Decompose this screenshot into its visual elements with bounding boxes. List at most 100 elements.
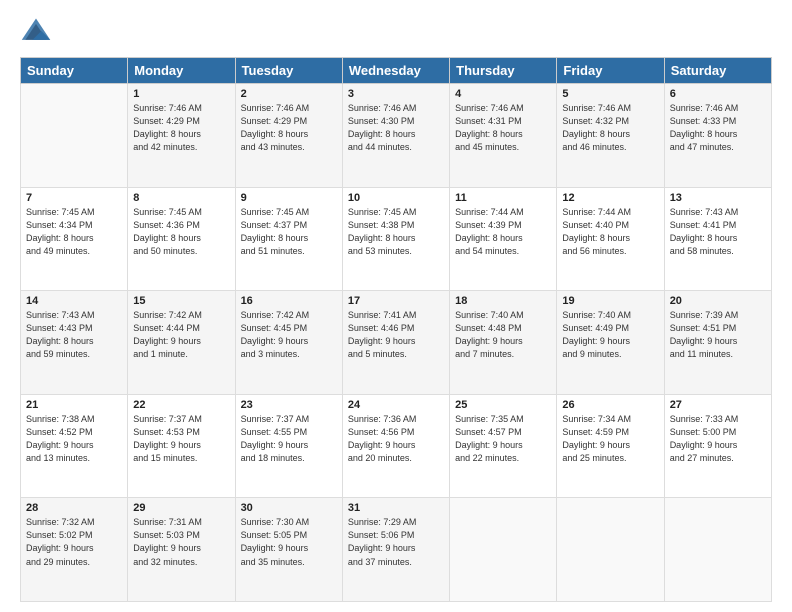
day-info: Sunrise: 7:46 AM Sunset: 4:33 PM Dayligh…	[670, 102, 766, 154]
day-cell: 14 Sunrise: 7:43 AM Sunset: 4:43 PM Dayli…	[21, 291, 128, 395]
day-number: 23	[241, 399, 337, 411]
logo	[20, 15, 56, 47]
day-cell: 15 Sunrise: 7:42 AM Sunset: 4:44 PM Dayli…	[128, 291, 235, 395]
day-number: 30	[241, 502, 337, 514]
day-cell	[557, 498, 664, 602]
day-cell: 17Sunrise: 7:41 AM Sunset: 4:46 PM Dayli…	[342, 291, 449, 395]
day-number: 29	[133, 502, 229, 514]
day-number: 11	[455, 192, 551, 204]
day-info: Sunrise: 7:45 AM Sunset: 4:34 PM Dayligh…	[26, 206, 122, 258]
day-number: 24	[348, 399, 444, 411]
logo-icon	[20, 15, 52, 47]
day-cell: 3 Sunrise: 7:46 AM Sunset: 4:30 PM Daylig…	[342, 84, 449, 188]
day-cell: 8 Sunrise: 7:45 AM Sunset: 4:36 PM Daylig…	[128, 187, 235, 291]
day-info: Sunrise: 7:41 AM Sunset: 4:46 PM Dayligh…	[348, 309, 444, 361]
day-cell: 21 Sunrise: 7:38 AM Sunset: 4:52 PM Dayli…	[21, 394, 128, 498]
day-cell: 13 Sunrise: 7:43 AM Sunset: 4:41 PM Dayli…	[664, 187, 771, 291]
header	[20, 15, 772, 47]
day-number: 16	[241, 295, 337, 307]
day-info: Sunrise: 7:42 AM Sunset: 4:44 PM Dayligh…	[133, 309, 229, 361]
day-number: 21	[26, 399, 122, 411]
day-number: 13	[670, 192, 766, 204]
col-header-sunday: Sunday	[21, 58, 128, 84]
day-info: Sunrise: 7:36 AM Sunset: 4:56 PM Dayligh…	[348, 413, 444, 465]
day-info: Sunrise: 7:38 AM Sunset: 4:52 PM Dayligh…	[26, 413, 122, 465]
day-cell: 5Sunrise: 7:46 AM Sunset: 4:32 PM Daylig…	[557, 84, 664, 188]
day-number: 18	[455, 295, 551, 307]
col-header-tuesday: Tuesday	[235, 58, 342, 84]
day-number: 15	[133, 295, 229, 307]
day-info: Sunrise: 7:43 AM Sunset: 4:41 PM Dayligh…	[670, 206, 766, 258]
day-cell: 27 Sunrise: 7:33 AM Sunset: 5:00 PM Dayli…	[664, 394, 771, 498]
day-number: 31	[348, 502, 444, 514]
day-cell: 4 Sunrise: 7:46 AM Sunset: 4:31 PM Daylig…	[450, 84, 557, 188]
col-header-thursday: Thursday	[450, 58, 557, 84]
day-cell: 30 Sunrise: 7:30 AM Sunset: 5:05 PM Dayli…	[235, 498, 342, 602]
day-number: 25	[455, 399, 551, 411]
day-cell: 6 Sunrise: 7:46 AM Sunset: 4:33 PM Daylig…	[664, 84, 771, 188]
day-number: 4	[455, 88, 551, 100]
day-number: 14	[26, 295, 122, 307]
day-cell: 20 Sunrise: 7:39 AM Sunset: 4:51 PM Dayli…	[664, 291, 771, 395]
day-cell: 31 Sunrise: 7:29 AM Sunset: 5:06 PM Dayli…	[342, 498, 449, 602]
day-info: Sunrise: 7:31 AM Sunset: 5:03 PM Dayligh…	[133, 516, 229, 568]
day-number: 7	[26, 192, 122, 204]
day-info: Sunrise: 7:40 AM Sunset: 4:48 PM Dayligh…	[455, 309, 551, 361]
day-number: 10	[348, 192, 444, 204]
page: SundayMondayTuesdayWednesdayThursdayFrid…	[0, 0, 792, 612]
day-info: Sunrise: 7:34 AM Sunset: 4:59 PM Dayligh…	[562, 413, 658, 465]
header-row: SundayMondayTuesdayWednesdayThursdayFrid…	[21, 58, 772, 84]
day-cell: 22Sunrise: 7:37 AM Sunset: 4:53 PM Dayli…	[128, 394, 235, 498]
day-info: Sunrise: 7:46 AM Sunset: 4:30 PM Dayligh…	[348, 102, 444, 154]
day-info: Sunrise: 7:29 AM Sunset: 5:06 PM Dayligh…	[348, 516, 444, 568]
day-cell: 23 Sunrise: 7:37 AM Sunset: 4:55 PM Dayli…	[235, 394, 342, 498]
day-number: 26	[562, 399, 658, 411]
day-info: Sunrise: 7:45 AM Sunset: 4:36 PM Dayligh…	[133, 206, 229, 258]
col-header-saturday: Saturday	[664, 58, 771, 84]
day-cell: 29 Sunrise: 7:31 AM Sunset: 5:03 PM Dayli…	[128, 498, 235, 602]
day-info: Sunrise: 7:45 AM Sunset: 4:38 PM Dayligh…	[348, 206, 444, 258]
col-header-friday: Friday	[557, 58, 664, 84]
day-cell	[450, 498, 557, 602]
day-cell: 2Sunrise: 7:46 AM Sunset: 4:29 PM Daylig…	[235, 84, 342, 188]
day-info: Sunrise: 7:42 AM Sunset: 4:45 PM Dayligh…	[241, 309, 337, 361]
day-cell: 18 Sunrise: 7:40 AM Sunset: 4:48 PM Dayli…	[450, 291, 557, 395]
day-cell: 9 Sunrise: 7:45 AM Sunset: 4:37 PM Daylig…	[235, 187, 342, 291]
day-info: Sunrise: 7:32 AM Sunset: 5:02 PM Dayligh…	[26, 516, 122, 568]
day-cell	[664, 498, 771, 602]
day-info: Sunrise: 7:45 AM Sunset: 4:37 PM Dayligh…	[241, 206, 337, 258]
day-number: 9	[241, 192, 337, 204]
day-cell: 11 Sunrise: 7:44 AM Sunset: 4:39 PM Dayli…	[450, 187, 557, 291]
day-number: 6	[670, 88, 766, 100]
day-info: Sunrise: 7:35 AM Sunset: 4:57 PM Dayligh…	[455, 413, 551, 465]
day-info: Sunrise: 7:39 AM Sunset: 4:51 PM Dayligh…	[670, 309, 766, 361]
day-info: Sunrise: 7:44 AM Sunset: 4:40 PM Dayligh…	[562, 206, 658, 258]
day-number: 1	[133, 88, 229, 100]
day-cell	[21, 84, 128, 188]
day-info: Sunrise: 7:46 AM Sunset: 4:31 PM Dayligh…	[455, 102, 551, 154]
day-info: Sunrise: 7:44 AM Sunset: 4:39 PM Dayligh…	[455, 206, 551, 258]
week-row-3: 21 Sunrise: 7:38 AM Sunset: 4:52 PM Dayli…	[21, 394, 772, 498]
day-info: Sunrise: 7:37 AM Sunset: 4:53 PM Dayligh…	[133, 413, 229, 465]
day-info: Sunrise: 7:46 AM Sunset: 4:32 PM Dayligh…	[562, 102, 658, 154]
day-number: 28	[26, 502, 122, 514]
day-info: Sunrise: 7:40 AM Sunset: 4:49 PM Dayligh…	[562, 309, 658, 361]
week-row-0: 1Sunrise: 7:46 AM Sunset: 4:29 PM Daylig…	[21, 84, 772, 188]
day-number: 8	[133, 192, 229, 204]
day-number: 3	[348, 88, 444, 100]
day-number: 19	[562, 295, 658, 307]
day-cell: 1Sunrise: 7:46 AM Sunset: 4:29 PM Daylig…	[128, 84, 235, 188]
day-cell: 26 Sunrise: 7:34 AM Sunset: 4:59 PM Dayli…	[557, 394, 664, 498]
day-number: 2	[241, 88, 337, 100]
day-cell: 7 Sunrise: 7:45 AM Sunset: 4:34 PM Daylig…	[21, 187, 128, 291]
day-info: Sunrise: 7:33 AM Sunset: 5:00 PM Dayligh…	[670, 413, 766, 465]
col-header-monday: Monday	[128, 58, 235, 84]
day-cell: 12Sunrise: 7:44 AM Sunset: 4:40 PM Dayli…	[557, 187, 664, 291]
day-info: Sunrise: 7:43 AM Sunset: 4:43 PM Dayligh…	[26, 309, 122, 361]
day-info: Sunrise: 7:37 AM Sunset: 4:55 PM Dayligh…	[241, 413, 337, 465]
day-number: 20	[670, 295, 766, 307]
day-cell: 10 Sunrise: 7:45 AM Sunset: 4:38 PM Dayli…	[342, 187, 449, 291]
day-info: Sunrise: 7:30 AM Sunset: 5:05 PM Dayligh…	[241, 516, 337, 568]
week-row-2: 14 Sunrise: 7:43 AM Sunset: 4:43 PM Dayli…	[21, 291, 772, 395]
day-number: 27	[670, 399, 766, 411]
